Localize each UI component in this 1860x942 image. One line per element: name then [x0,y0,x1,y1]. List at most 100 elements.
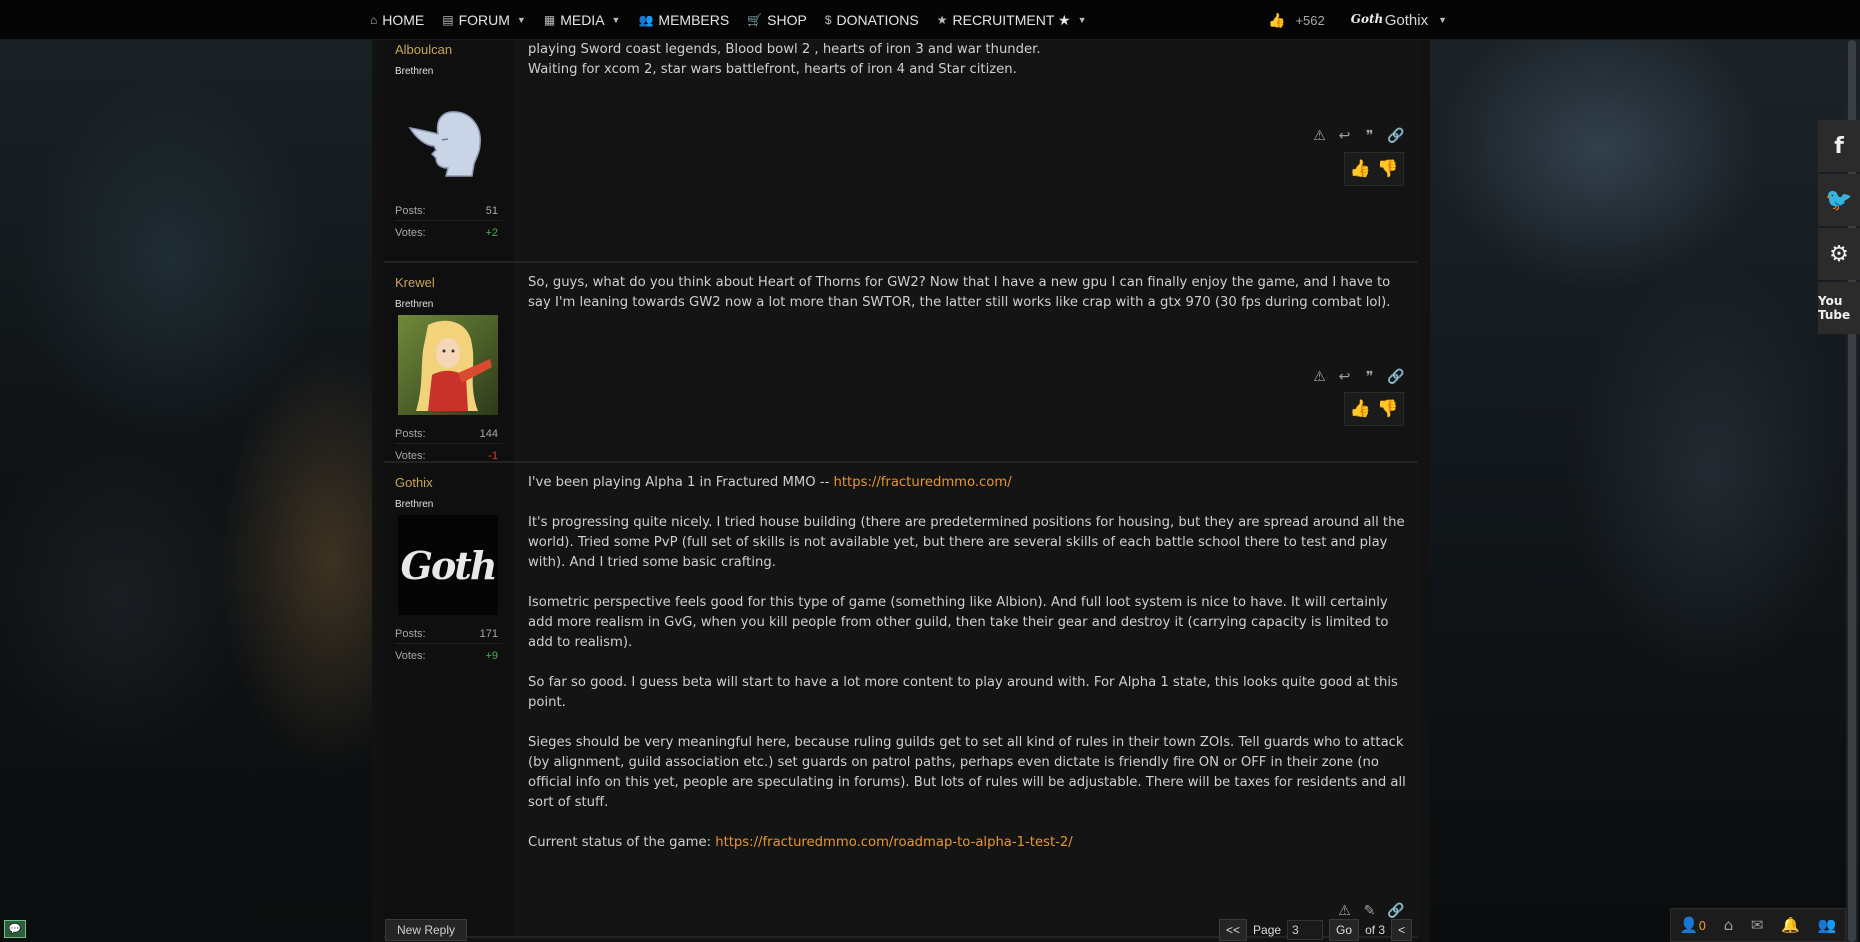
divider [395,643,503,644]
steam-icon[interactable]: ⚙ [1818,228,1860,280]
nav-shop[interactable]: 🛒 SHOP [747,12,807,28]
user-menu[interactable]: Goth Gothix ▼ [1351,12,1447,29]
nav-recruitment[interactable]: ★ RECRUITMENT ★ ▼ [937,12,1087,29]
reply-icon[interactable]: ↩ [1337,128,1352,144]
paragraph-text: Current status of the game: [528,835,716,850]
facebook-icon[interactable]: f [1818,120,1860,172]
nav-members-label: MEMBERS [658,12,730,28]
prev-page-button[interactable]: < [1391,919,1413,941]
page-input[interactable] [1287,920,1324,940]
votes-label: Votes: [395,450,426,462]
nav-donations[interactable]: $ DONATIONS [825,12,919,28]
link-icon[interactable]: 🔗 [1387,128,1404,144]
group-icon[interactable]: 👥 [1817,916,1836,934]
post-paragraph: Sieges should be very meaningful here, b… [528,735,1406,810]
vote-down-icon[interactable]: 👎 [1377,399,1398,419]
media-icon: ▦ [543,13,556,27]
top-navigation: ⌂ HOME ▤ FORUM ▼ ▦ MEDIA ▼ 👥 MEMBERS 🛒 S… [0,0,1860,40]
divider [395,443,503,444]
vote-up-icon[interactable]: 👍 [1350,159,1371,179]
go-button[interactable]: Go [1329,919,1360,941]
chevron-down-icon: ▼ [1077,15,1087,25]
mail-icon[interactable]: ✉ [1751,916,1764,934]
youtube-icon[interactable]: You Tube [1818,282,1860,334]
paragraph-text: I've been playing Alpha 1 in Fractured M… [528,475,834,490]
nav-media-label: MEDIA [560,12,605,28]
post-paragraph: Current status of the game: https://frac… [528,833,1408,853]
votes-label: Votes: [395,227,426,239]
post-actions: ⚠ ↩ ❞ 🔗 [1312,369,1404,385]
fractured-link[interactable]: https://fracturedmmo.com/ [834,475,1012,490]
reply-icon[interactable]: ↩ [1337,369,1352,385]
user-name: Gothix [1384,11,1429,29]
quote-icon[interactable]: ❞ [1362,369,1377,385]
post-author-panel: Krewel Brethren Posts: 144 Votes: -1 [384,263,514,462]
background-art-right [1430,0,1860,942]
reputation[interactable]: 👍 +562 [1268,12,1325,29]
link-icon[interactable]: 🔗 [1387,903,1404,919]
edit-icon[interactable]: ✎ [1362,903,1377,919]
post-actions: ⚠ ↩ ❞ 🔗 [1312,128,1404,144]
post-actions: ⚠ ✎ 🔗 [1337,903,1404,919]
reputation-count: +562 [1295,12,1325,28]
post-paragraph: It's progressing quite nicely. I tried h… [528,515,1405,570]
bell-icon[interactable]: 🔔 [1781,916,1800,934]
posts-label: Posts: [395,205,426,217]
page-total: of 3 [1365,923,1386,937]
roadmap-link[interactable]: https://fracturedmmo.com/roadmap-to-alph… [715,835,1072,850]
forum-thread: Alboulcan Brethren Posts: 51 Votes: +2 p… [372,40,1430,942]
vote-up-icon[interactable]: 👍 [1350,399,1371,419]
post-content: playing Sword coast legends, Blood bowl … [528,40,1408,80]
nav-forum[interactable]: ▤ FORUM ▼ [442,12,526,28]
bottom-toolbar: 👤0 ⌂ ✉ 🔔 👥 [1670,908,1846,942]
thumbs-up-icon: 👍 [1268,11,1286,28]
chat-icon[interactable]: 💬 [4,920,26,938]
nav-home-label: HOME [382,12,425,28]
report-icon[interactable]: ⚠ [1312,128,1327,144]
chevron-down-icon: ▼ [1438,15,1448,25]
nav-recruitment-label: RECRUITMENT ★ [952,11,1071,28]
forum-post: Gothix Brethren Goth Posts: 171 Votes: +… [384,463,1418,938]
cart-icon: 🛒 [747,13,763,27]
nav-home[interactable]: ⌂ HOME [370,12,424,28]
votes-count: +2 [485,227,498,239]
avatar[interactable]: Goth [398,515,498,615]
vote-box: 👍 👎 [1344,392,1404,426]
quote-icon[interactable]: ❞ [1362,128,1377,144]
background-art-left [0,0,372,942]
pagination: << Page Go of 3 < [1219,919,1413,941]
posts-label: Posts: [395,428,426,440]
home-icon[interactable]: ⌂ [1724,916,1734,934]
twitter-icon[interactable]: 🐦 [1818,174,1860,226]
link-icon[interactable]: 🔗 [1387,369,1404,385]
author-rank: Brethren [395,66,434,77]
report-icon[interactable]: ⚠ [1312,369,1327,385]
nav-user-area: 👍 +562 Goth Gothix ▼ [1268,0,1447,40]
nav-donations-label: DONATIONS [836,12,919,28]
nav-members[interactable]: 👥 MEMBERS [638,12,729,28]
posts-count: 144 [479,428,498,440]
author-name[interactable]: Gothix [395,475,433,490]
author-name[interactable]: Alboulcan [395,42,452,57]
first-page-button[interactable]: << [1219,919,1248,941]
author-name[interactable]: Krewel [395,275,435,290]
chevron-down-icon: ▼ [516,15,526,25]
vote-down-icon[interactable]: 👎 [1377,159,1398,179]
report-icon[interactable]: ⚠ [1337,903,1352,919]
online-users-icon[interactable]: 👤0 [1680,916,1706,934]
votes-count: -1 [488,450,498,462]
chevron-down-icon: ▼ [611,15,621,25]
votes-label: Votes: [395,650,426,662]
nav-media[interactable]: ▦ MEDIA ▼ [544,12,621,28]
new-reply-button[interactable]: New Reply [385,919,467,941]
nav-menu: ⌂ HOME ▤ FORUM ▼ ▦ MEDIA ▼ 👥 MEMBERS 🛒 S… [370,0,1087,40]
avatar[interactable] [398,315,498,415]
home-icon: ⌂ [370,13,378,27]
members-icon: 👥 [638,13,654,27]
author-rank: Brethren [395,299,434,310]
online-count: 0 [1698,919,1707,933]
user-avatar: Goth [1350,12,1384,26]
post-line: playing Sword coast legends, Blood bowl … [528,42,1041,57]
avatar[interactable] [398,92,498,192]
post-author-panel: Gothix Brethren Goth Posts: 171 Votes: +… [384,463,514,936]
